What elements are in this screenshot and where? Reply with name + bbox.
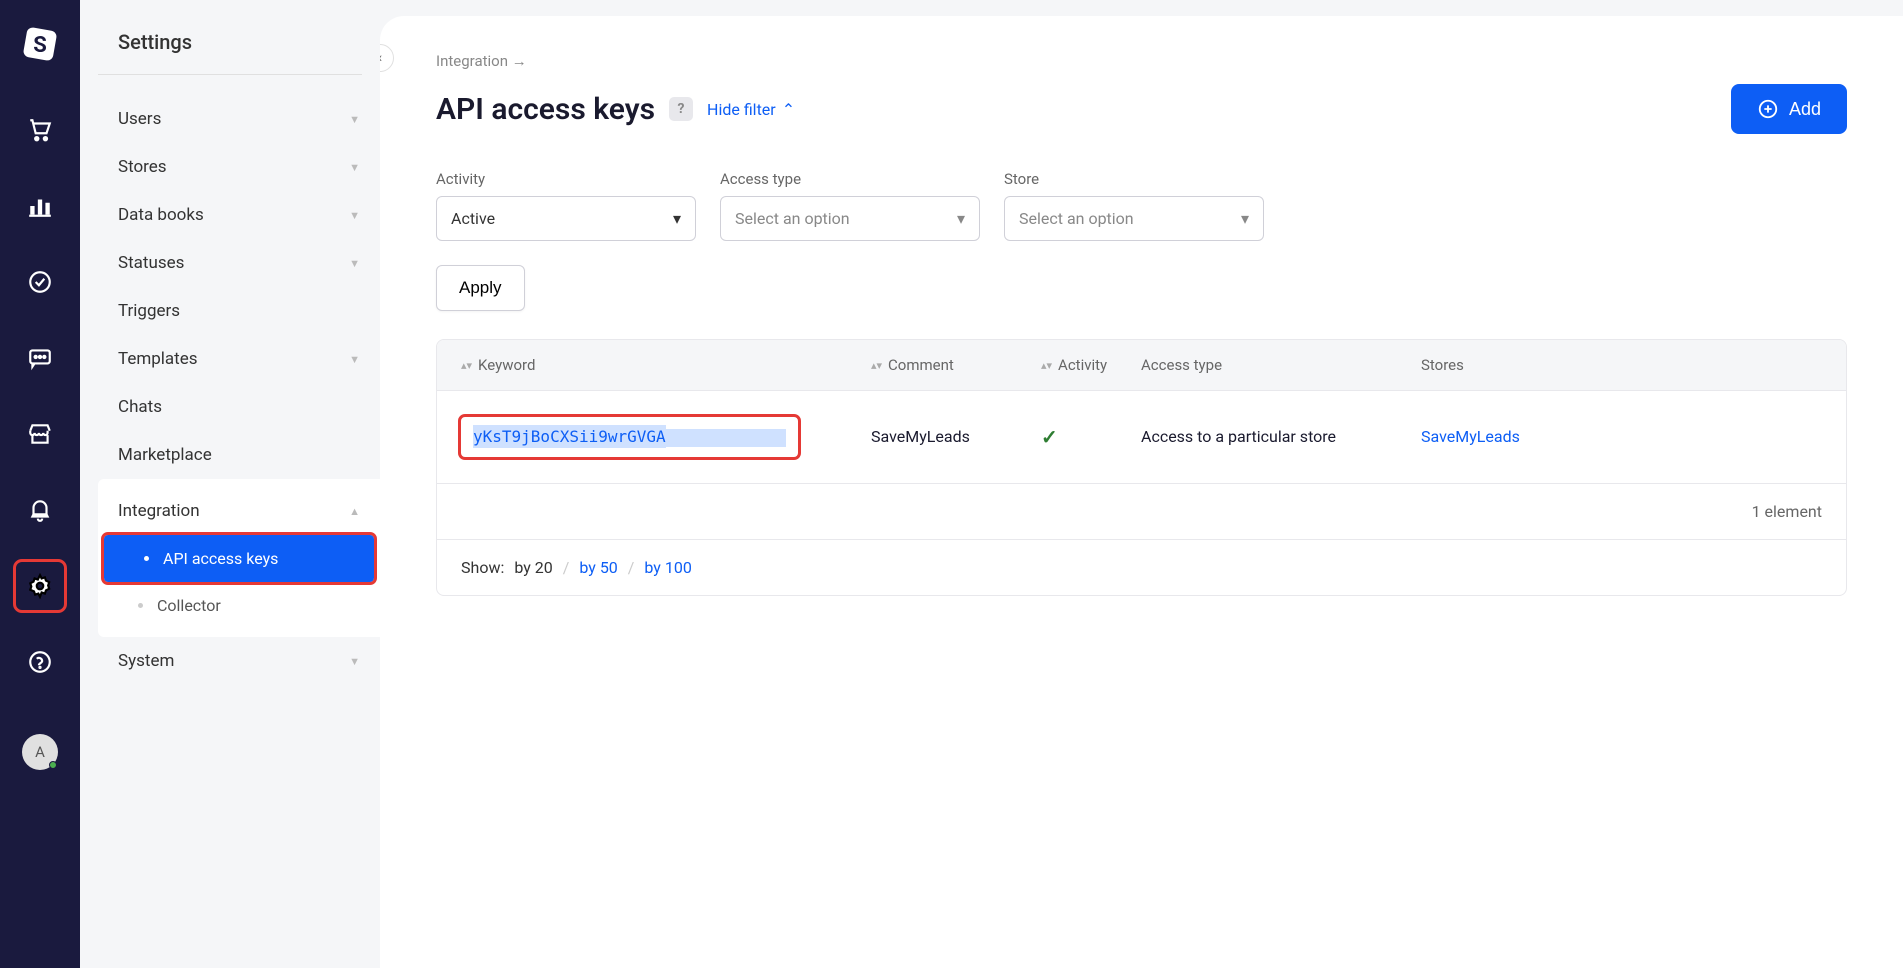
bullet-icon <box>144 556 149 561</box>
settings-item-api-keys[interactable]: API access keys <box>104 535 374 582</box>
settings-group-statuses[interactable]: Statuses▼ <box>98 239 380 287</box>
sort-icon: ▴▾ <box>461 360 472 371</box>
main-content: ‹ Integration → API access keys ? Hide f… <box>380 16 1903 968</box>
hide-filter-toggle[interactable]: Hide filter⌃ <box>707 100 795 119</box>
page-title: API access keys <box>436 92 655 127</box>
table-header: ▴▾Keyword ▴▾Comment ▴▾Activity Access ty… <box>437 340 1846 390</box>
cart-icon[interactable] <box>16 106 64 154</box>
col-comment[interactable]: ▴▾Comment <box>871 356 1041 374</box>
settings-group-users[interactable]: Users▼ <box>98 95 380 143</box>
sort-icon: ▴▾ <box>1041 360 1052 371</box>
comment-cell: SaveMyLeads <box>871 427 1041 446</box>
chevron-down-icon: ▼ <box>349 113 360 126</box>
table-pager: Show: by 20 / by 50 / by 100 <box>437 539 1846 595</box>
col-keyword[interactable]: ▴▾Keyword <box>461 356 871 374</box>
plus-circle-icon <box>1757 98 1779 120</box>
avatar[interactable]: A <box>22 734 58 770</box>
filter-store-label: Store <box>1004 170 1264 188</box>
settings-group-triggers[interactable]: Triggers <box>98 287 380 335</box>
redacted-key-tail <box>666 429 786 447</box>
bullet-icon <box>138 603 143 608</box>
chevron-up-icon: ⌃ <box>782 100 795 119</box>
check-circle-icon[interactable] <box>16 258 64 306</box>
store-link[interactable]: SaveMyLeads <box>1421 427 1520 446</box>
settings-group-integration[interactable]: Integration▲ <box>98 487 380 535</box>
pager-by-100[interactable]: by 100 <box>644 558 691 577</box>
filter-access-type-select[interactable]: Select an option▾ <box>720 196 980 241</box>
pager-label: Show: <box>461 558 504 577</box>
api-key-value: yKsT9jBoCXSii9wrGVGA <box>473 425 666 448</box>
filter-access-type-label: Access type <box>720 170 980 188</box>
store-icon[interactable] <box>16 410 64 458</box>
presence-dot-icon <box>49 761 57 769</box>
keyword-cell: yKsT9jBoCXSii9wrGVGA <box>461 417 798 457</box>
pager-by-20[interactable]: by 20 <box>514 558 552 577</box>
settings-group-stores[interactable]: Stores▼ <box>98 143 380 191</box>
chevron-down-icon: ▾ <box>673 209 681 228</box>
settings-group-system[interactable]: System▼ <box>98 637 380 685</box>
chat-icon[interactable] <box>16 334 64 382</box>
sort-icon: ▴▾ <box>871 360 882 371</box>
access-type-cell: Access to a particular store <box>1141 427 1421 446</box>
add-button[interactable]: Add <box>1731 84 1847 134</box>
chevron-up-icon: ▲ <box>349 505 360 518</box>
col-activity[interactable]: ▴▾Activity <box>1041 356 1141 374</box>
chevron-down-icon: ▼ <box>349 655 360 668</box>
settings-group-data-books[interactable]: Data books▼ <box>98 191 380 239</box>
filters-row: Activity Active▾ Access type Select an o… <box>436 170 1847 241</box>
settings-group-marketplace[interactable]: Marketplace <box>98 431 380 479</box>
chevron-down-icon: ▼ <box>349 257 360 270</box>
chevron-down-icon: ▼ <box>349 353 360 366</box>
settings-title: Settings <box>98 30 362 75</box>
settings-gear-icon[interactable] <box>16 562 64 610</box>
filter-store-select[interactable]: Select an option▾ <box>1004 196 1264 241</box>
chevron-down-icon: ▼ <box>349 209 360 222</box>
analytics-icon[interactable] <box>16 182 64 230</box>
logo-icon[interactable]: S <box>16 20 64 68</box>
col-stores: Stores <box>1421 356 1822 374</box>
chevron-down-icon: ▼ <box>349 161 360 174</box>
bell-icon[interactable] <box>16 486 64 534</box>
settings-group-chats[interactable]: Chats <box>98 383 380 431</box>
breadcrumb: Integration → <box>436 52 1847 70</box>
nav-rail: S A <box>0 0 80 968</box>
filter-activity-label: Activity <box>436 170 696 188</box>
pager-by-50[interactable]: by 50 <box>579 558 617 577</box>
apply-button[interactable]: Apply <box>436 265 525 311</box>
settings-item-collector[interactable]: Collector <box>98 582 380 629</box>
settings-group-templates[interactable]: Templates▼ <box>98 335 380 383</box>
settings-sub-integration: Integration▲ API access keys Collector <box>98 479 380 637</box>
help-badge-icon[interactable]: ? <box>669 97 693 121</box>
api-keys-table: ▴▾Keyword ▴▾Comment ▴▾Activity Access ty… <box>436 339 1847 596</box>
chevron-down-icon: ▾ <box>957 209 965 228</box>
check-icon: ✓ <box>1041 425 1058 449</box>
col-access-type: Access type <box>1141 356 1421 374</box>
svg-text:S: S <box>33 33 47 58</box>
table-row[interactable]: yKsT9jBoCXSii9wrGVGA SaveMyLeads ✓ Acces… <box>437 390 1846 483</box>
settings-panel: Settings Users▼ Stores▼ Data books▼ Stat… <box>80 0 380 968</box>
help-icon[interactable] <box>16 638 64 686</box>
table-footer: 1 element <box>437 483 1846 539</box>
filter-activity-select[interactable]: Active▾ <box>436 196 696 241</box>
chevron-down-icon: ▾ <box>1241 209 1249 228</box>
avatar-initial: A <box>35 743 45 761</box>
collapse-sidebar-button[interactable]: ‹ <box>380 44 394 72</box>
